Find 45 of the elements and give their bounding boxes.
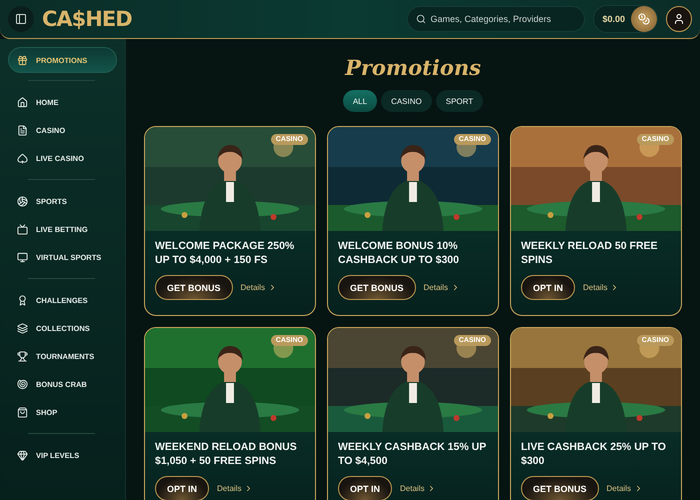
claim-button[interactable]: OPT IN (338, 476, 392, 500)
promotion-title: WELCOME PACKAGE 250% UP TO $4,000 + 150 FS (155, 240, 296, 268)
balance: $0.00 (602, 14, 625, 24)
details-link[interactable]: Details (240, 283, 277, 292)
claim-button[interactable]: OPT IN (155, 476, 210, 500)
promotion-title: WEEKLY CASHBACK 15% UP TO $4,500 (338, 441, 488, 468)
logo[interactable]: CA$HED (42, 7, 132, 31)
nav-icon (17, 54, 28, 66)
nav-icon (17, 406, 28, 418)
nav-icon (17, 378, 28, 390)
nav-icon (17, 196, 28, 206)
nav-icon (17, 252, 28, 262)
nav-icon (17, 322, 28, 334)
details-link[interactable]: Details (400, 484, 436, 494)
claim-button[interactable]: GET BONUS (521, 476, 599, 500)
nav-icon (17, 350, 28, 362)
promotion-title: WELCOME BONUS 10% CASHBACK UP TO $300 (338, 240, 460, 268)
sidebar-toggle-icon[interactable] (8, 6, 34, 32)
details-link[interactable]: Details (424, 283, 460, 292)
claim-button[interactable]: GET BONUS (338, 275, 416, 300)
promotion-title: WEEKEND RELOAD BONUS $1,050 + 50 FREE SPINS (155, 441, 298, 468)
nav-icon (17, 294, 28, 306)
nav-icon (17, 450, 28, 460)
deposit-button[interactable] (631, 6, 657, 32)
promotion-title: WEEKLY RELOAD 50 FREE SPINS (521, 240, 659, 268)
search-field[interactable]: Games, Categories, Providers (407, 6, 586, 32)
user-icon (673, 13, 685, 25)
details-link[interactable]: Details (217, 484, 254, 494)
profile-button[interactable] (666, 6, 692, 32)
search-input[interactable]: Games, Categories, Providers (430, 14, 572, 24)
nav-icon (17, 152, 28, 164)
details-link[interactable]: Details (606, 484, 643, 494)
claim-button[interactable]: GET BONUS (155, 275, 233, 300)
search-icon (416, 14, 426, 24)
coins-icon (638, 13, 650, 25)
details-link[interactable]: Details (583, 283, 620, 292)
filter-tab[interactable]: ALL (342, 90, 378, 112)
nav-icon (17, 96, 28, 108)
nav-icon (17, 124, 28, 136)
nav-icon (17, 224, 28, 234)
filter-tab[interactable]: CASINO (381, 90, 432, 112)
filter-tab[interactable]: SPORT (436, 90, 484, 112)
claim-button[interactable]: OPT IN (521, 275, 576, 300)
promotion-title: LIVE CASHBACK 25% UP TO $300 (521, 441, 667, 468)
page-title: Promotions (345, 55, 481, 80)
